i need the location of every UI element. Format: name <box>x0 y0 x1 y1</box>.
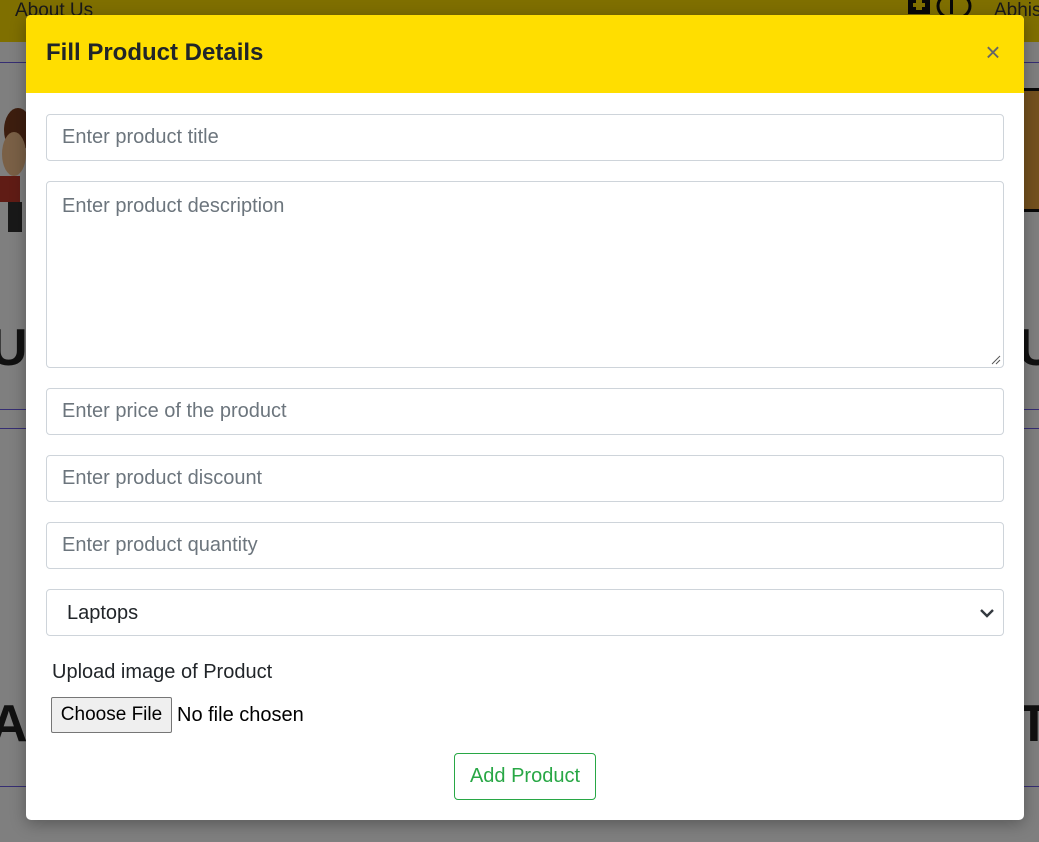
category-selected-value: Laptops <box>67 602 139 624</box>
category-select[interactable]: Laptops <box>46 589 1004 636</box>
product-title-input[interactable]: Enter product title <box>46 114 1004 161</box>
choose-file-button[interactable]: Choose File <box>51 697 172 733</box>
add-product-button[interactable]: Add Product <box>454 753 596 800</box>
resize-grip-icon[interactable] <box>991 355 1001 365</box>
product-description-textarea[interactable]: Enter product description <box>46 181 1004 368</box>
product-price-input[interactable]: Enter price of the product <box>46 388 1004 435</box>
description-placeholder: Enter product description <box>62 195 285 217</box>
close-icon[interactable]: × <box>978 37 1008 67</box>
upload-image-label: Upload image of Product <box>52 661 273 683</box>
modal-header: Fill Product Details × <box>26 15 1024 93</box>
product-discount-input[interactable]: Enter product discount <box>46 455 1004 502</box>
product-details-modal: Fill Product Details × Enter product tit… <box>26 15 1024 820</box>
chevron-down-icon <box>980 609 994 618</box>
file-chosen-status: No file chosen <box>177 704 304 726</box>
product-quantity-input[interactable]: Enter product quantity <box>46 522 1004 569</box>
modal-title: Fill Product Details <box>46 39 264 66</box>
